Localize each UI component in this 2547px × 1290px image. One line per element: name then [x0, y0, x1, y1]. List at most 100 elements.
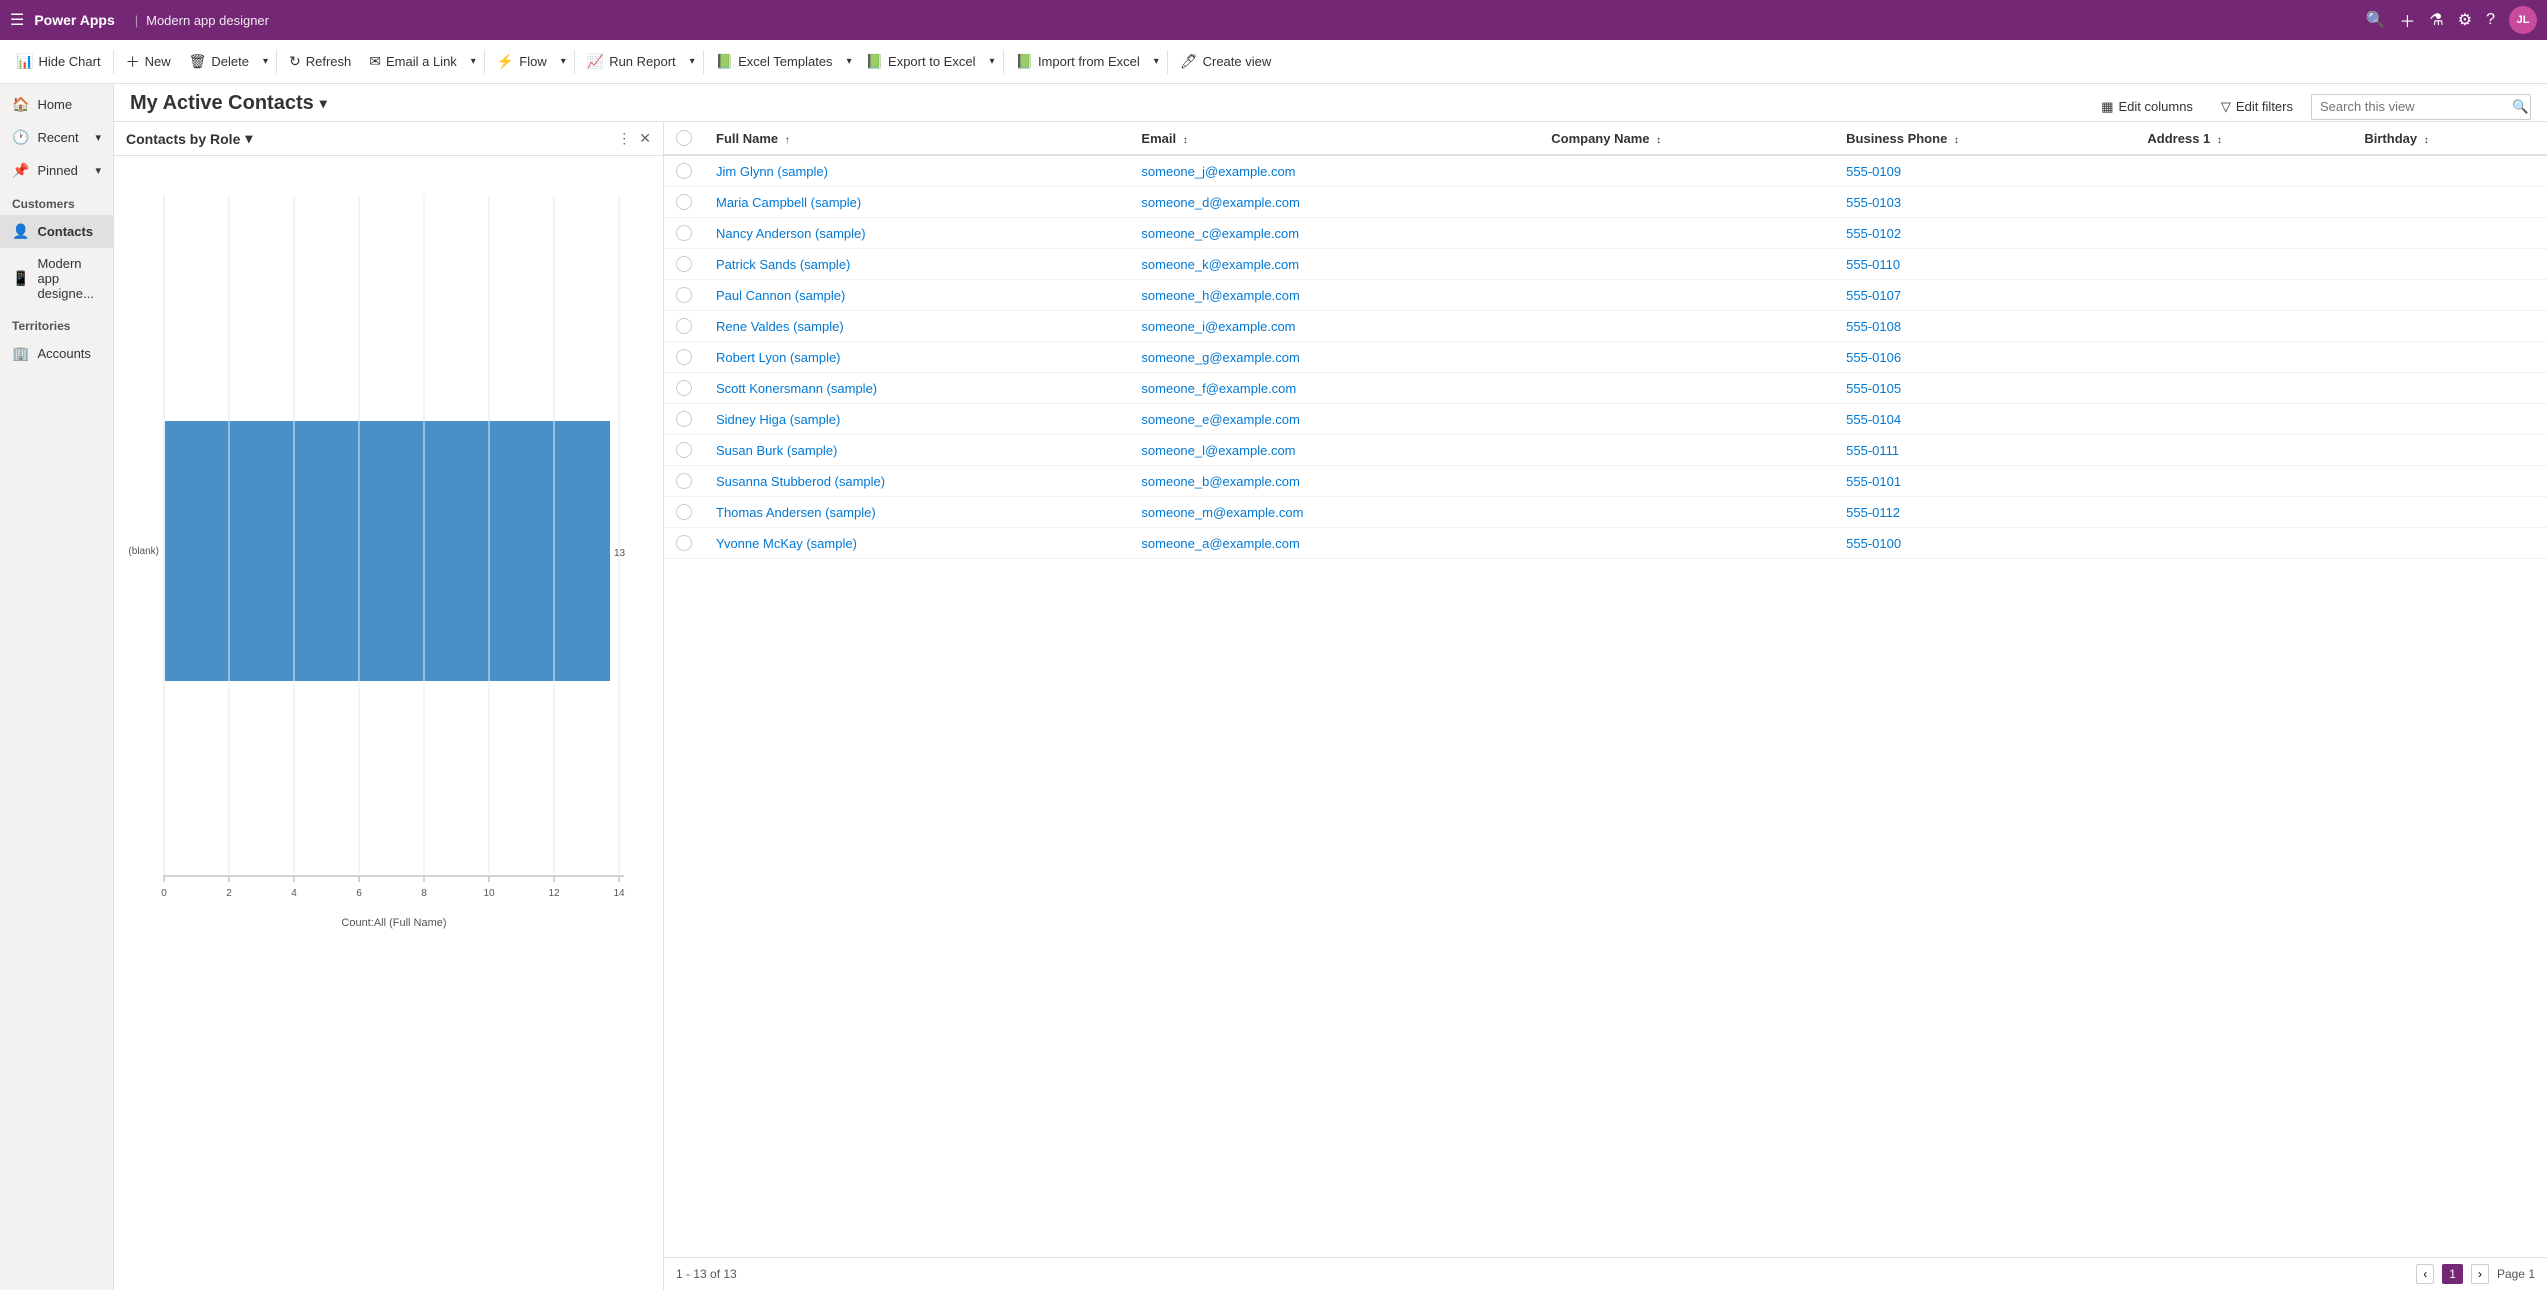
- chart-title-caret: ▾: [245, 130, 252, 147]
- row-checkbox-8[interactable]: [676, 411, 692, 427]
- col-header-address[interactable]: Address 1 ↕: [2135, 122, 2352, 155]
- row-checkbox-9[interactable]: [676, 442, 692, 458]
- sidebar-item-recent[interactable]: 🕐 Recent ▾: [0, 121, 113, 154]
- email-link-7[interactable]: someone_f@example.com: [1141, 381, 1296, 396]
- avatar[interactable]: JL: [2509, 6, 2537, 34]
- page-1-button[interactable]: 1: [2442, 1264, 2463, 1284]
- search-icon[interactable]: 🔍: [2365, 10, 2385, 30]
- help-icon[interactable]: ?: [2486, 11, 2495, 29]
- filter-icon[interactable]: ⚗: [2429, 10, 2443, 30]
- col-header-birthday[interactable]: Birthday ↕: [2352, 122, 2547, 155]
- row-checkbox-11[interactable]: [676, 504, 692, 520]
- next-page-button[interactable]: ›: [2471, 1264, 2489, 1284]
- email-link-0[interactable]: someone_j@example.com: [1141, 164, 1295, 179]
- export-excel-caret-button[interactable]: ▾: [985, 52, 998, 71]
- row-checkbox-12[interactable]: [676, 535, 692, 551]
- hide-chart-button[interactable]: 📊 Hide Chart: [8, 49, 109, 74]
- run-report-caret-button[interactable]: ▾: [686, 52, 699, 71]
- fullname-link-10[interactable]: Susanna Stubberod (sample): [716, 474, 885, 489]
- settings-icon[interactable]: ⚙: [2458, 10, 2472, 30]
- sidebar-item-pinned[interactable]: 📌 Pinned ▾: [0, 154, 113, 187]
- sidebar-item-modern-app-designer[interactable]: 📱 Modern app designe...: [0, 248, 113, 309]
- row-checkbox-2[interactable]: [676, 225, 692, 241]
- row-checkbox-3[interactable]: [676, 256, 692, 272]
- email-link-6[interactable]: someone_g@example.com: [1141, 350, 1299, 365]
- fullname-link-5[interactable]: Rene Valdes (sample): [716, 319, 844, 334]
- excel-templates-caret-button[interactable]: ▾: [843, 52, 856, 71]
- flow-caret-button[interactable]: ▾: [557, 52, 570, 71]
- email-link-2[interactable]: someone_c@example.com: [1141, 226, 1299, 241]
- select-all-header[interactable]: [664, 122, 704, 155]
- add-icon[interactable]: ＋: [2399, 8, 2415, 32]
- row-checkbox-5[interactable]: [676, 318, 692, 334]
- fullname-link-9[interactable]: Susan Burk (sample): [716, 443, 837, 458]
- import-excel-button[interactable]: 📗 Import from Excel: [1008, 49, 1148, 74]
- cell-email-8: someone_e@example.com: [1129, 404, 1539, 435]
- fullname-link-1[interactable]: Maria Campbell (sample): [716, 195, 861, 210]
- edit-filters-button[interactable]: ▽ Edit filters: [2211, 95, 2303, 119]
- contacts-icon: 👤: [12, 223, 29, 240]
- row-checkbox-cell-3: [664, 249, 704, 280]
- sidebar-item-accounts[interactable]: 🏢 Accounts: [0, 337, 113, 370]
- fullname-link-4[interactable]: Paul Cannon (sample): [716, 288, 845, 303]
- delete-button[interactable]: 🗑 Delete: [181, 49, 257, 74]
- excel-templates-button[interactable]: 📗 Excel Templates: [708, 49, 841, 74]
- col-header-company[interactable]: Company Name ↕: [1539, 122, 1834, 155]
- chart-close-icon[interactable]: ✕: [639, 130, 651, 147]
- email-link-12[interactable]: someone_a@example.com: [1141, 536, 1299, 551]
- export-excel-button[interactable]: 📗 Export to Excel: [858, 49, 984, 74]
- email-link-4[interactable]: someone_h@example.com: [1141, 288, 1299, 303]
- fullname-link-3[interactable]: Patrick Sands (sample): [716, 257, 850, 272]
- chart-title[interactable]: Contacts by Role ▾: [126, 130, 252, 147]
- refresh-button[interactable]: ↻ Refresh: [281, 49, 359, 74]
- fullname-link-6[interactable]: Robert Lyon (sample): [716, 350, 841, 365]
- fullname-link-8[interactable]: Sidney Higa (sample): [716, 412, 840, 427]
- email-link-3[interactable]: someone_k@example.com: [1141, 257, 1299, 272]
- import-excel-caret-button[interactable]: ▾: [1150, 52, 1163, 71]
- new-button[interactable]: ＋ New: [118, 48, 179, 76]
- search-submit-button[interactable]: 🔍: [2504, 95, 2531, 119]
- email-link-8[interactable]: someone_e@example.com: [1141, 412, 1299, 427]
- email-caret-button[interactable]: ▾: [467, 52, 480, 71]
- row-checkbox-1[interactable]: [676, 194, 692, 210]
- col-header-phone[interactable]: Business Phone ↕: [1834, 122, 2135, 155]
- delete-caret-button[interactable]: ▾: [259, 52, 272, 71]
- select-all-checkbox[interactable]: [676, 130, 692, 146]
- row-checkbox-0[interactable]: [676, 163, 692, 179]
- pinned-collapse-icon: ▾: [95, 164, 101, 177]
- row-checkbox-10[interactable]: [676, 473, 692, 489]
- run-report-button[interactable]: 📈 Run Report: [579, 49, 684, 74]
- sort-icon-birthday: ↕: [2424, 135, 2429, 146]
- row-checkbox-6[interactable]: [676, 349, 692, 365]
- chart-x-axis-title: Count:All (Full Name): [341, 917, 446, 929]
- fullname-link-7[interactable]: Scott Konersmann (sample): [716, 381, 877, 396]
- hamburger-icon[interactable]: ☰: [10, 10, 24, 30]
- create-view-button[interactable]: 🖊 Create view: [1172, 49, 1279, 74]
- email-link-9[interactable]: someone_l@example.com: [1141, 443, 1295, 458]
- sidebar-item-contacts[interactable]: 👤 Contacts: [0, 215, 113, 248]
- fullname-link-2[interactable]: Nancy Anderson (sample): [716, 226, 866, 241]
- sidebar-item-home[interactable]: 🏠 Home: [0, 88, 113, 121]
- view-title-caret[interactable]: ▾: [320, 95, 327, 112]
- email-link-button[interactable]: ✉ Email a Link: [361, 49, 465, 74]
- row-checkbox-7[interactable]: [676, 380, 692, 396]
- fullname-link-11[interactable]: Thomas Andersen (sample): [716, 505, 876, 520]
- email-link-5[interactable]: someone_i@example.com: [1141, 319, 1295, 334]
- col-header-fullname[interactable]: Full Name ↑: [704, 122, 1129, 155]
- row-checkbox-cell-0: [664, 155, 704, 187]
- chart-more-icon[interactable]: ⋮: [617, 130, 631, 147]
- email-link-11[interactable]: someone_m@example.com: [1141, 505, 1303, 520]
- flow-button[interactable]: ⚡ Flow: [489, 49, 555, 74]
- row-checkbox-cell-12: [664, 528, 704, 559]
- row-checkbox-4[interactable]: [676, 287, 692, 303]
- fullname-link-0[interactable]: Jim Glynn (sample): [716, 164, 828, 179]
- fullname-link-12[interactable]: Yvonne McKay (sample): [716, 536, 857, 551]
- email-link-10[interactable]: someone_b@example.com: [1141, 474, 1299, 489]
- col-header-email[interactable]: Email ↕: [1129, 122, 1539, 155]
- cell-phone-7: 555-0105: [1834, 373, 2135, 404]
- edit-columns-button[interactable]: ▦ Edit columns: [2091, 95, 2203, 119]
- email-link-1[interactable]: someone_d@example.com: [1141, 195, 1299, 210]
- cell-email-5: someone_i@example.com: [1129, 311, 1539, 342]
- search-input[interactable]: [2312, 95, 2504, 118]
- prev-page-button[interactable]: ‹: [2416, 1264, 2434, 1284]
